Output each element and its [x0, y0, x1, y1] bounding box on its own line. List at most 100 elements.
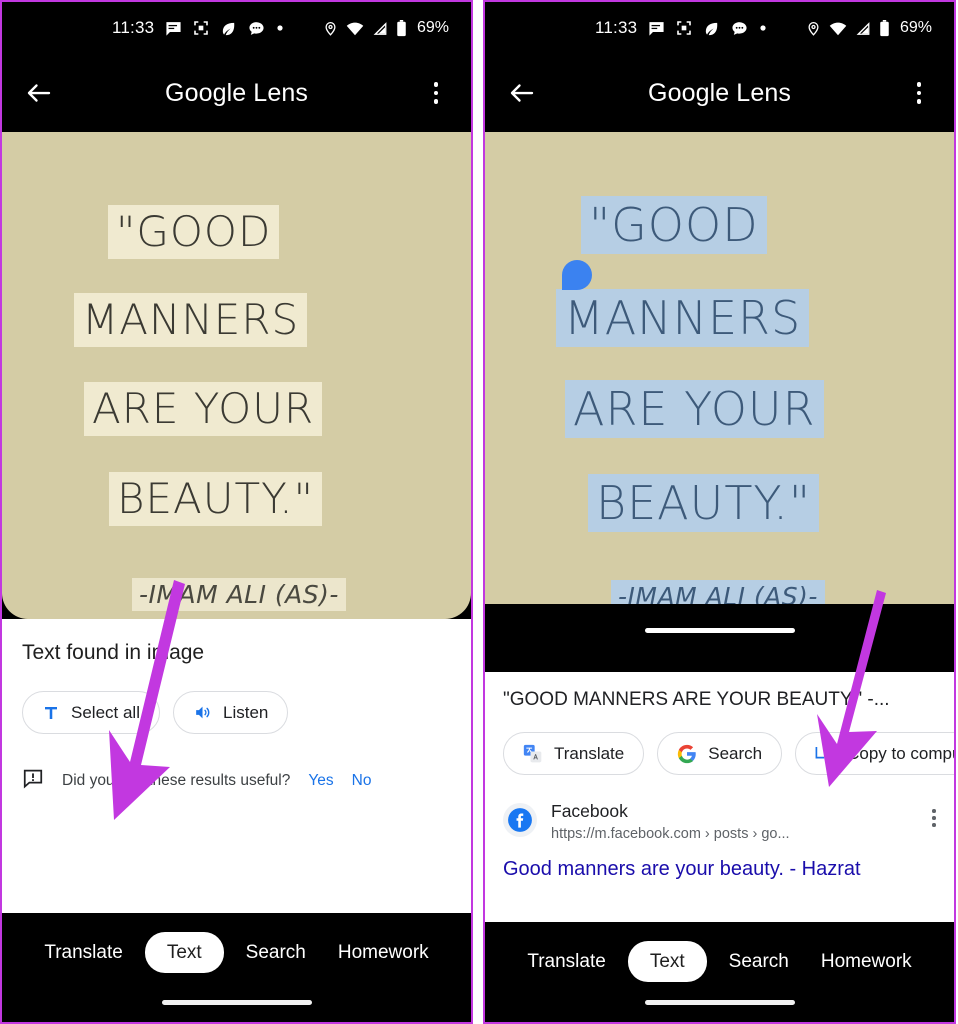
chat-bubble-icon — [731, 20, 748, 37]
feedback-no-button[interactable]: No — [352, 772, 372, 790]
search-result-item: Facebook https://m.facebook.com › posts … — [503, 801, 936, 844]
selected-line-2[interactable]: ARE YOUR — [565, 380, 824, 439]
dot-icon — [276, 24, 284, 32]
text-action-chips: Select all Listen — [22, 691, 451, 734]
google-g-icon — [677, 744, 697, 764]
status-bar-right: 11:33 69% — [485, 2, 954, 54]
result-site-name[interactable]: Facebook — [551, 801, 790, 823]
location-icon — [806, 20, 821, 37]
leaf-icon — [703, 20, 720, 37]
page-title: Google Lens — [2, 79, 471, 108]
phone-panel-right: 11:33 69% Google Lens "GOOD MANNERS ARE … — [483, 0, 956, 1024]
screenshot-icon — [193, 20, 209, 36]
status-system-icons: 69% — [323, 19, 449, 37]
feedback-yes-button[interactable]: Yes — [308, 772, 333, 790]
selection-handle-start[interactable] — [562, 260, 592, 290]
translate-label: Translate — [554, 743, 625, 763]
status-time: 11:33 — [112, 18, 155, 37]
page-title-product: Lens — [246, 78, 308, 107]
result-kebab-menu-icon[interactable] — [932, 801, 936, 827]
result-link-title[interactable]: Good manners are your beauty. - Hazrat — [503, 858, 936, 881]
battery-percent: 69% — [899, 19, 932, 36]
feedback-row: Did you find these results useful? Yes N… — [22, 767, 451, 794]
back-arrow-icon[interactable] — [507, 78, 537, 108]
lens-image-canvas-right[interactable]: "GOOD MANNERS ARE YOUR BEAUTY." -IMAM AL… — [485, 132, 954, 672]
wifi-icon — [346, 21, 364, 36]
leaf-icon — [220, 20, 237, 37]
status-bar-left: 11:33 69% — [2, 2, 471, 54]
selected-line-0[interactable]: "GOOD — [581, 196, 767, 255]
select-all-button[interactable]: Select all — [22, 691, 160, 734]
nav-item-search[interactable]: Search — [713, 952, 805, 971]
status-notification-icons — [648, 20, 767, 37]
nav-item-translate[interactable]: Translate — [28, 943, 139, 962]
result-url: https://m.facebook.com › posts › go... — [551, 825, 790, 842]
gesture-bar[interactable] — [644, 1000, 795, 1005]
back-arrow-icon[interactable] — [24, 78, 54, 108]
chat-bubble-icon — [248, 20, 265, 37]
mode-nav-left: Translate Text Search Homework — [2, 913, 471, 1022]
selected-text-preview: "GOOD MANNERS ARE YOUR BEAUTY." -... — [503, 689, 890, 710]
signal-icon — [855, 21, 871, 36]
battery-icon — [396, 19, 407, 37]
nav-item-search[interactable]: Search — [230, 943, 322, 962]
selection-action-chips: Translate Search Copy to comp — [503, 732, 954, 775]
copy-to-computer-button[interactable]: Copy to computer — [795, 732, 954, 775]
feedback-icon — [22, 767, 44, 794]
select-all-label: Select all — [71, 702, 140, 722]
photo-bottom-bar — [485, 604, 954, 672]
page-title: Google Lens — [485, 79, 954, 108]
quote-line-2: ARE YOUR — [84, 382, 323, 436]
listen-label: Listen — [222, 702, 269, 722]
page-title-product: Lens — [729, 78, 791, 107]
phone-panel-left: 11:33 69% Google Lens "GOOD MANNERS ARE … — [0, 0, 473, 1024]
mode-nav-right: Translate Text Search Homework — [485, 922, 954, 1022]
quote-line-1: MANNERS — [74, 293, 308, 347]
status-time: 11:33 — [595, 18, 638, 37]
nav-item-translate[interactable]: Translate — [511, 952, 622, 971]
speaker-icon — [193, 703, 212, 722]
sheet-title: Text found in image — [22, 641, 205, 664]
quote-line-3: BEAUTY." — [109, 472, 322, 526]
screenshot-root: 11:33 69% Google Lens "GOOD MANNERS ARE … — [0, 0, 958, 1024]
lens-image-canvas-left[interactable]: "GOOD MANNERS ARE YOUR BEAUTY." -IMAM AL… — [2, 132, 471, 619]
search-label: Search — [708, 743, 763, 763]
selected-line-3[interactable]: BEAUTY." — [588, 474, 819, 533]
wifi-icon — [829, 21, 847, 36]
copy-to-computer-label: Copy to computer — [847, 743, 954, 763]
listen-button[interactable]: Listen — [172, 691, 289, 734]
quote-photo: "GOOD MANNERS ARE YOUR BEAUTY." -IMAM AL… — [2, 132, 471, 619]
kebab-menu-icon[interactable] — [423, 80, 449, 106]
page-title-brand: Google — [165, 78, 247, 107]
nav-item-text[interactable]: Text — [144, 932, 224, 973]
signal-icon — [372, 21, 388, 36]
text-result-sheet-left: Text found in image Select all Listen Di… — [2, 619, 471, 917]
battery-percent: 69% — [416, 19, 449, 36]
app-bar-right: Google Lens — [485, 54, 954, 132]
nav-item-homework[interactable]: Homework — [805, 952, 928, 971]
status-system-icons: 69% — [806, 19, 932, 37]
quote-line-0: "GOOD — [108, 205, 280, 259]
translate-button[interactable]: Translate — [503, 732, 645, 775]
message-icon — [165, 20, 182, 37]
search-button[interactable]: Search — [657, 732, 783, 775]
google-translate-icon — [523, 744, 543, 764]
app-bar-left: Google Lens — [2, 54, 471, 132]
gesture-bar[interactable] — [161, 1000, 312, 1005]
quote-photo: "GOOD MANNERS ARE YOUR BEAUTY." -IMAM AL… — [485, 132, 954, 672]
copy-to-computer-icon — [815, 744, 836, 763]
text-select-icon — [42, 704, 60, 722]
feedback-question: Did you find these results useful? — [62, 771, 291, 789]
dot-icon — [759, 24, 767, 32]
selected-line-1[interactable]: MANNERS — [556, 289, 810, 348]
photo-drag-indicator[interactable] — [644, 628, 795, 633]
facebook-icon — [503, 803, 537, 837]
screenshot-icon — [676, 20, 692, 36]
nav-item-homework[interactable]: Homework — [322, 943, 445, 962]
location-icon — [323, 20, 338, 37]
quote-attribution: -IMAM ALI (AS)- — [132, 578, 346, 611]
kebab-menu-icon[interactable] — [906, 80, 932, 106]
nav-item-text[interactable]: Text — [627, 941, 707, 982]
message-icon — [648, 20, 665, 37]
battery-icon — [879, 19, 890, 37]
